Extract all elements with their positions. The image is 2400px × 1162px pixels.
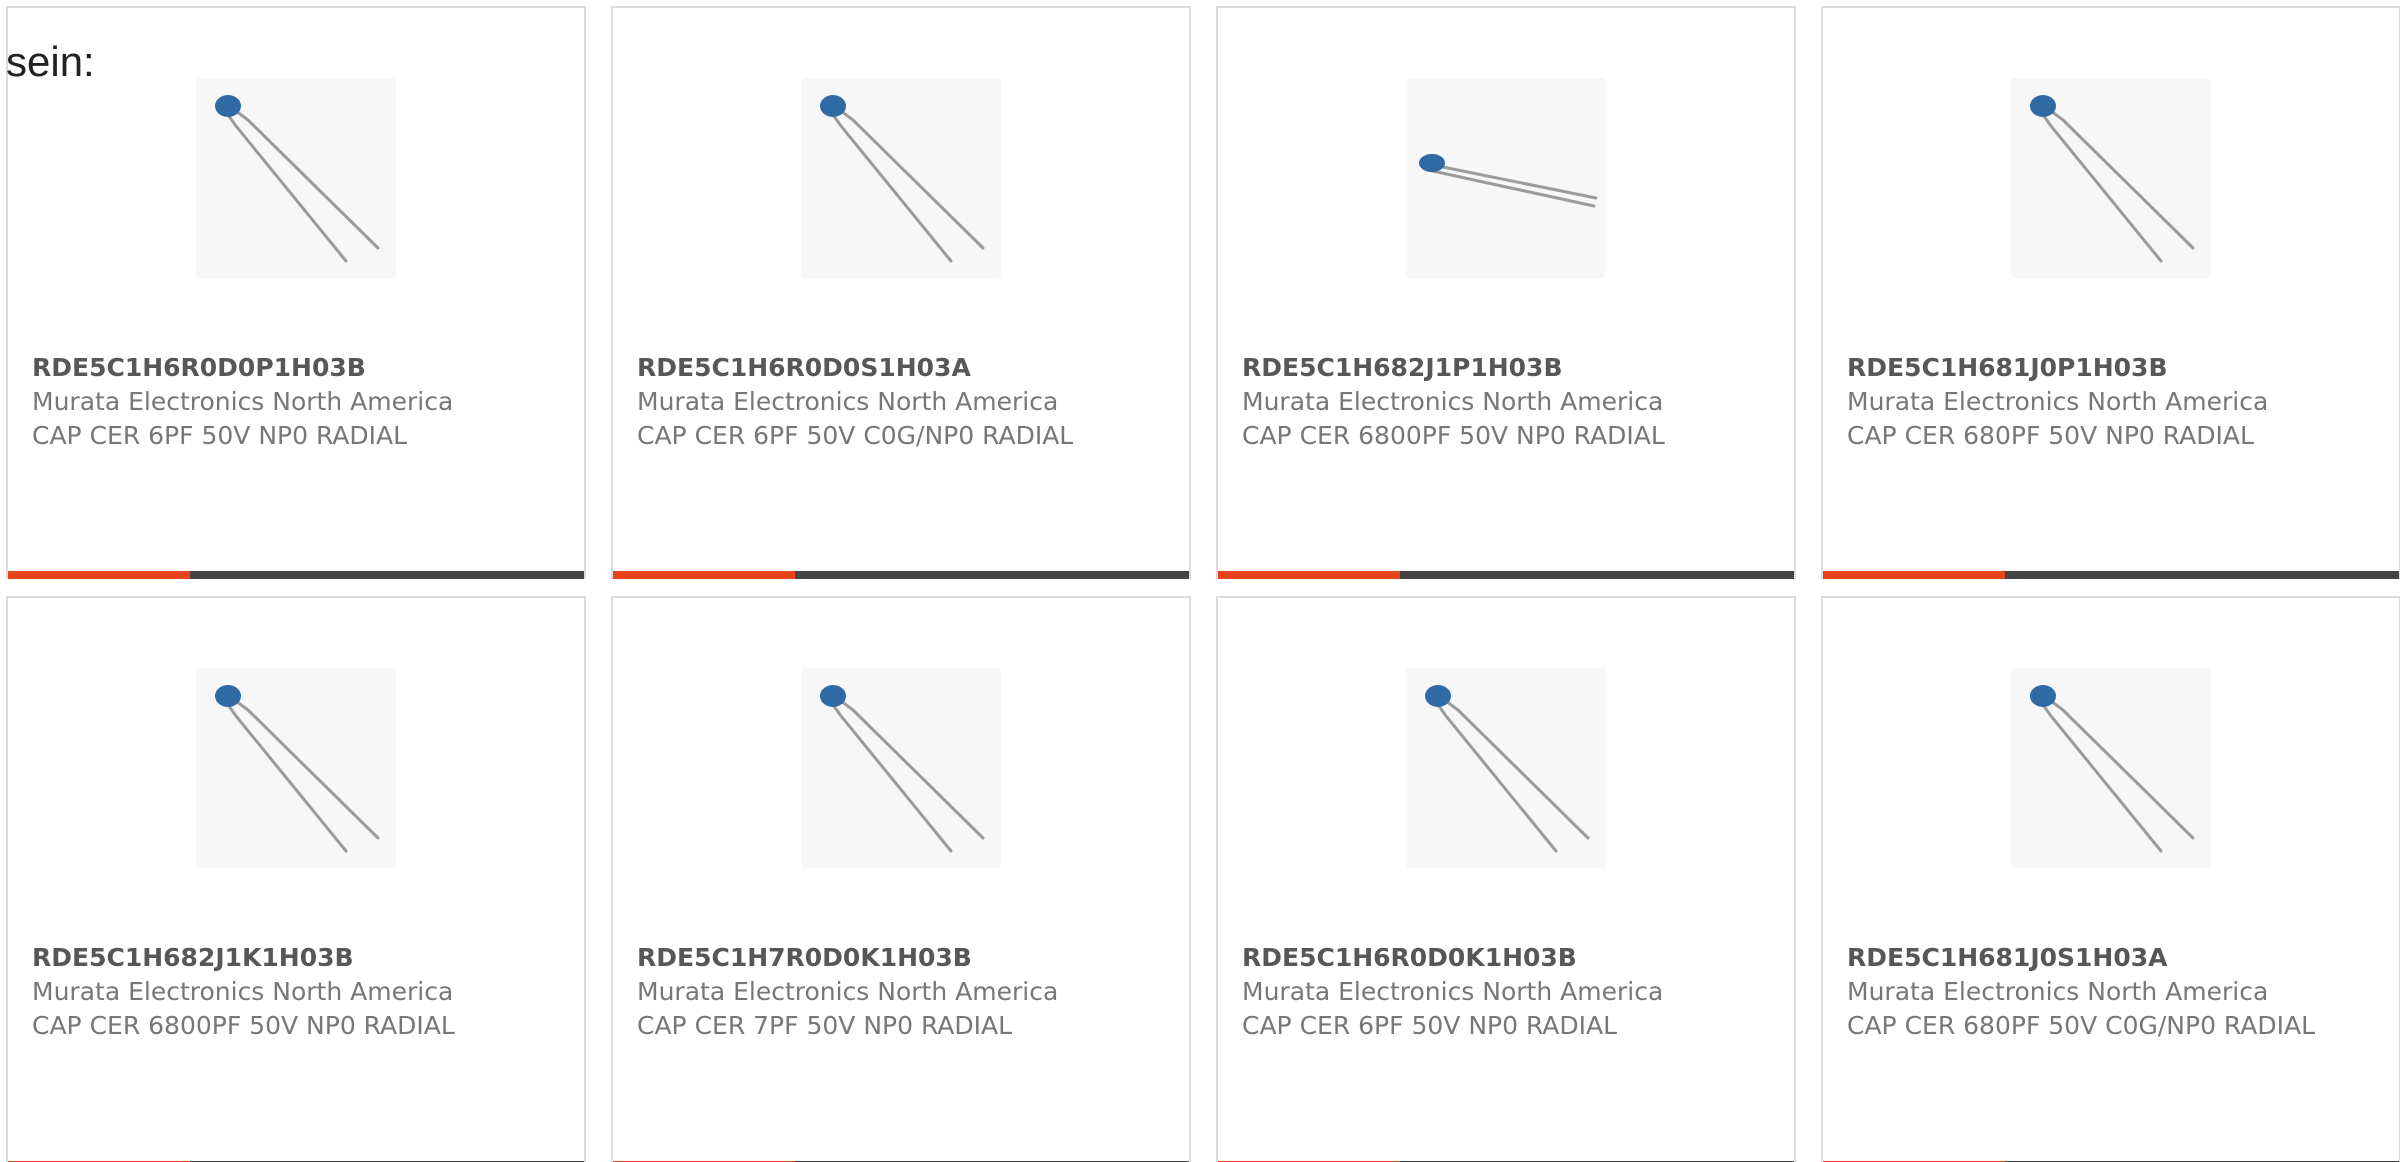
product-info: RDE5C1H682J1K1H03B Murata Electronics No… [32, 941, 502, 1043]
card-bottom-bar [8, 571, 584, 579]
product-info: RDE5C1H7R0D0K1H03B Murata Electronics No… [637, 941, 1107, 1043]
capacitor-icon [215, 685, 380, 853]
description: CAP CER 7PF 50V NP0 RADIAL [637, 1011, 1013, 1040]
card-accent-bar [613, 571, 795, 579]
product-image[interactable] [196, 668, 396, 868]
product-image[interactable] [2011, 78, 2211, 278]
undefined [1440, 696, 1590, 840]
intro-text: sein: [6, 38, 95, 85]
undefined [1426, 162, 1598, 200]
product-card[interactable]: RDE5C1H7R0D0K1H03B Murata Electronics No… [611, 596, 1191, 1162]
capacitor-body [215, 685, 241, 707]
undefined [1434, 700, 1558, 853]
manufacturer: Murata Electronics North America [32, 387, 454, 416]
card-accent-bar [8, 571, 190, 579]
undefined [835, 696, 985, 840]
description: CAP CER 6800PF 50V NP0 RADIAL [32, 1011, 455, 1040]
part-number[interactable]: RDE5C1H682J1P1H03B [1242, 351, 1712, 385]
description: CAP CER 6PF 50V NP0 RADIAL [1242, 1011, 1618, 1040]
product-card[interactable]: RDE5C1H681J0S1H03A Murata Electronics No… [1821, 596, 2400, 1162]
capacitor-icon [1419, 154, 1598, 208]
card-bottom-bar [613, 571, 1189, 579]
description: CAP CER 6800PF 50V NP0 RADIAL [1242, 421, 1665, 450]
capacitor-body [1425, 685, 1451, 707]
capacitor-body [2030, 685, 2056, 707]
product-card[interactable]: RDE5C1H682J1K1H03B Murata Electronics No… [6, 596, 586, 1162]
undefined [829, 110, 953, 263]
product-card[interactable]: RDE5C1H682J1P1H03B Murata Electronics No… [1216, 6, 1796, 579]
capacitor-body [215, 95, 241, 117]
product-info: RDE5C1H681J0P1H03B Murata Electronics No… [1847, 351, 2317, 453]
undefined [224, 110, 348, 263]
capacitor-icon [820, 95, 985, 263]
part-number[interactable]: RDE5C1H681J0P1H03B [1847, 351, 2317, 385]
part-number[interactable]: RDE5C1H682J1K1H03B [32, 941, 502, 975]
product-card[interactable]: RDE5C1H6R0D0K1H03B Murata Electronics No… [1216, 596, 1796, 1162]
manufacturer: Murata Electronics North America [32, 977, 454, 1006]
undefined [2039, 110, 2163, 263]
product-info: RDE5C1H6R0D0S1H03A Murata Electronics No… [637, 351, 1107, 453]
product-info: RDE5C1H681J0S1H03A Murata Electronics No… [1847, 941, 2317, 1043]
description: CAP CER 680PF 50V C0G/NP0 RADIAL [1847, 1011, 2316, 1040]
card-accent-bar [1218, 571, 1400, 579]
undefined [829, 700, 953, 853]
undefined [2045, 696, 2195, 840]
description: CAP CER 6PF 50V NP0 RADIAL [32, 421, 408, 450]
part-number[interactable]: RDE5C1H681J0S1H03A [1847, 941, 2317, 975]
undefined [1426, 168, 1596, 208]
product-grid: RDE5C1H6R0D0P1H03B Murata Electronics No… [6, 6, 2400, 1162]
page: sein: RDE5C1H6R0D0P1H03B Murata Electron… [0, 0, 2400, 1162]
product-image[interactable] [1406, 668, 1606, 868]
undefined [230, 696, 380, 840]
capacitor-icon [215, 95, 380, 263]
product-card[interactable]: RDE5C1H6R0D0P1H03B Murata Electronics No… [6, 6, 586, 579]
capacitor-icon [2030, 95, 2195, 263]
description: CAP CER 680PF 50V NP0 RADIAL [1847, 421, 2254, 450]
capacitor-body [820, 685, 846, 707]
part-number[interactable]: RDE5C1H7R0D0K1H03B [637, 941, 1107, 975]
card-accent-bar [1823, 571, 2005, 579]
part-number[interactable]: RDE5C1H6R0D0S1H03A [637, 351, 1107, 385]
product-image[interactable] [2011, 668, 2211, 868]
product-info: RDE5C1H6R0D0P1H03B Murata Electronics No… [32, 351, 502, 453]
manufacturer: Murata Electronics North America [637, 387, 1059, 416]
product-info: RDE5C1H6R0D0K1H03B Murata Electronics No… [1242, 941, 1712, 1043]
capacitor-icon [1425, 685, 1590, 853]
undefined [230, 106, 380, 250]
product-card[interactable]: RDE5C1H681J0P1H03B Murata Electronics No… [1821, 6, 2400, 579]
capacitor-body [820, 95, 846, 117]
part-number[interactable]: RDE5C1H6R0D0K1H03B [1242, 941, 1712, 975]
description: CAP CER 6PF 50V C0G/NP0 RADIAL [637, 421, 1074, 450]
capacitor-body [2030, 95, 2056, 117]
product-image[interactable] [801, 78, 1001, 278]
manufacturer: Murata Electronics North America [637, 977, 1059, 1006]
manufacturer: Murata Electronics North America [1242, 977, 1664, 1006]
capacitor-body [1419, 154, 1445, 172]
card-bottom-bar [1218, 571, 1794, 579]
manufacturer: Murata Electronics North America [1847, 977, 2269, 1006]
part-number[interactable]: RDE5C1H6R0D0P1H03B [32, 351, 502, 385]
manufacturer: Murata Electronics North America [1847, 387, 2269, 416]
undefined [2045, 106, 2195, 250]
product-image[interactable] [801, 668, 1001, 868]
product-card[interactable]: RDE5C1H6R0D0S1H03A Murata Electronics No… [611, 6, 1191, 579]
undefined [835, 106, 985, 250]
product-image[interactable] [196, 78, 396, 278]
undefined [2039, 700, 2163, 853]
manufacturer: Murata Electronics North America [1242, 387, 1664, 416]
product-info: RDE5C1H682J1P1H03B Murata Electronics No… [1242, 351, 1712, 453]
undefined [224, 700, 348, 853]
product-image[interactable] [1406, 78, 1606, 278]
capacitor-icon [2030, 685, 2195, 853]
card-bottom-bar [1823, 571, 2399, 579]
capacitor-icon [820, 685, 985, 853]
